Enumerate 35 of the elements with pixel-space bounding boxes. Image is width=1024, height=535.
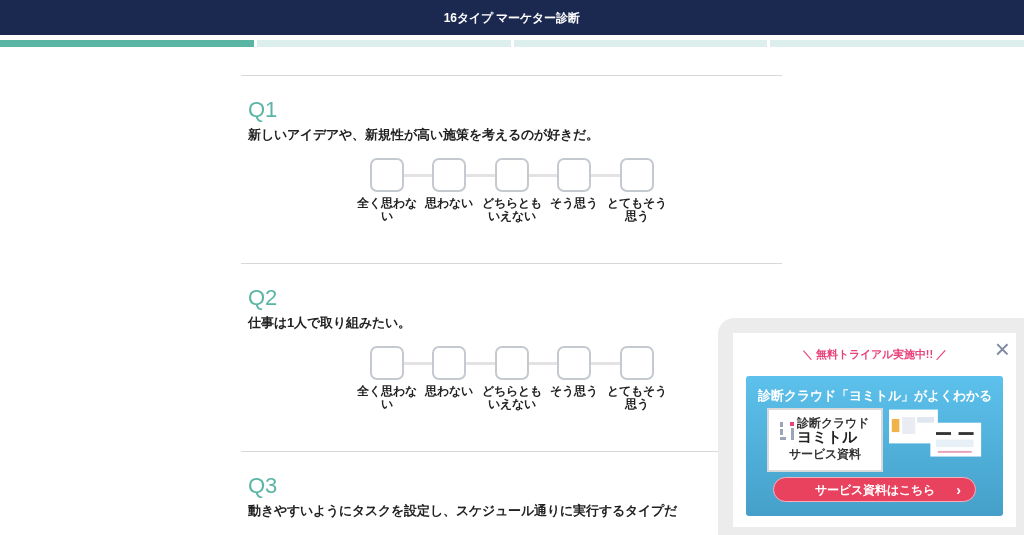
- choice-label: 全く思わない: [355, 197, 418, 223]
- choice-box[interactable]: [619, 158, 654, 192]
- choice-label: 思わない: [424, 197, 474, 210]
- question-number: Q3: [247, 472, 279, 500]
- choice-box[interactable]: [557, 346, 591, 380]
- choice-box[interactable]: [557, 158, 591, 192]
- choice-label: そう思う: [549, 385, 599, 398]
- logo-caption: 診断クラウド: [797, 417, 869, 429]
- choice-label: どちらともいえない: [480, 197, 543, 223]
- question-number: Q1: [247, 96, 279, 124]
- promo-headline: ＼ 無料トライアル実施中!! ／: [801, 347, 948, 362]
- choice-box[interactable]: [432, 158, 466, 192]
- choice-box[interactable]: [369, 346, 404, 380]
- logo-name: ヨミトル: [797, 429, 858, 444]
- banner-title: 診断クラウド「ヨミトル」がよくわかる: [757, 386, 992, 405]
- choice-label: そう思う: [549, 197, 599, 210]
- question-text: 新しいアイデアや、新規性が高い施策を考えるのが好きだ。: [247, 126, 600, 144]
- choice-label: 思わない: [424, 385, 474, 398]
- document-label: サービス資料: [788, 446, 861, 463]
- question-text: 動きやすいようにタスクを設定し、スケジュール通りに実行するタイプだ: [247, 502, 678, 520]
- choice-label: どちらともいえない: [480, 385, 543, 411]
- choice-label: とてもそう思う: [605, 385, 668, 411]
- logo-icon: [780, 421, 794, 440]
- close-button[interactable]: ×: [994, 335, 1010, 363]
- choice-box[interactable]: [619, 346, 654, 380]
- choice-box[interactable]: [494, 158, 529, 192]
- choice-label: とてもそう思う: [605, 197, 668, 223]
- question-text: 仕事は1人で取り組みたい。: [246, 314, 413, 332]
- choice-label: 全く思わない: [355, 385, 418, 411]
- service-docs-button[interactable]: サービス資料はこちら ›: [773, 477, 976, 502]
- choice-box[interactable]: [432, 346, 466, 380]
- question-number: Q2: [247, 284, 279, 312]
- choice-box[interactable]: [369, 158, 404, 192]
- choice-box[interactable]: [494, 346, 529, 380]
- page-title: 16タイプ マーケター診断: [443, 9, 581, 27]
